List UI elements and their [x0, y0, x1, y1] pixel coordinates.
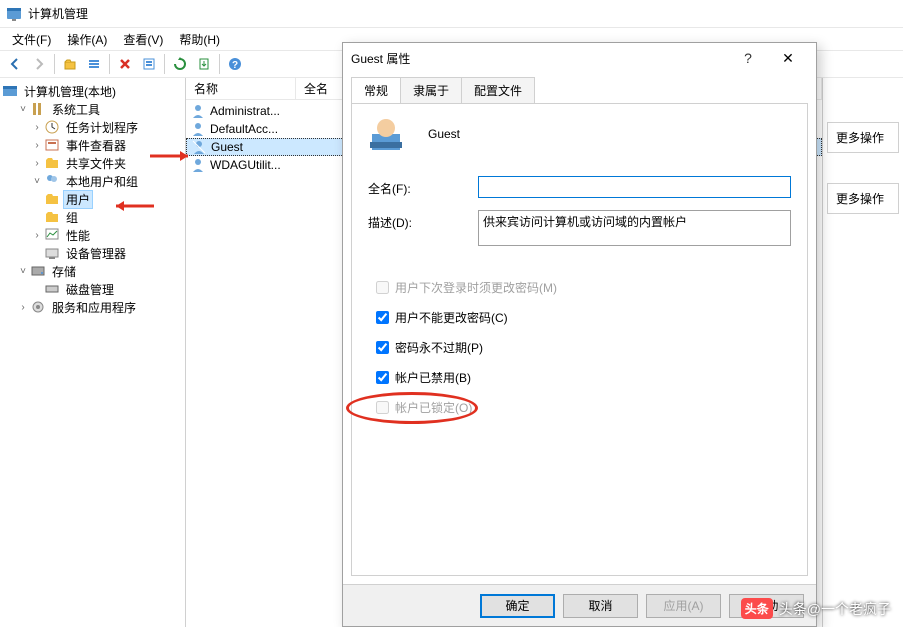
close-icon[interactable]: ✕ [768, 45, 808, 71]
chk-mustchange: 用户下次登录时须更改密码(M) [368, 276, 791, 298]
svg-text:?: ? [232, 60, 238, 71]
app-title: 计算机管理 [28, 5, 88, 22]
menu-view[interactable]: 查看(V) [115, 29, 171, 50]
forward-button[interactable] [28, 53, 50, 75]
tree-services[interactable]: ›服务和应用程序 [2, 298, 183, 316]
up-button[interactable] [59, 53, 81, 75]
chk-locked: 帐户已锁定(O) [368, 396, 791, 418]
dialog-body: Guest 全名(F): 描述(D): 用户下次登录时须更改密码(M) 用户不能… [351, 103, 808, 576]
app-icon [6, 6, 22, 22]
tab-profile[interactable]: 配置文件 [461, 77, 535, 103]
tree-task[interactable]: ›任务计划程序 [2, 118, 183, 136]
dialog-title-bar: Guest 属性 ? ✕ [343, 43, 816, 73]
tree-users[interactable]: 用户 [2, 190, 183, 208]
export-button[interactable] [193, 53, 215, 75]
tab-member[interactable]: 隶属于 [400, 77, 462, 103]
description-label: 描述(D): [368, 210, 478, 231]
user-icon [368, 116, 404, 152]
dialog-tabs: 常规 隶属于 配置文件 [351, 77, 808, 103]
dialog-title: Guest 属性 [351, 50, 410, 67]
delete-button[interactable] [114, 53, 136, 75]
title-bar: 计算机管理 [0, 0, 903, 28]
fullname-label: 全名(F): [368, 176, 478, 197]
more-actions[interactable]: 更多操作 [827, 122, 899, 153]
ok-button[interactable]: 确定 [480, 594, 555, 618]
tree-diskmgr[interactable]: 磁盘管理 [2, 280, 183, 298]
tree-groups[interactable]: 组 [2, 208, 183, 226]
cancel-button[interactable]: 取消 [563, 594, 638, 618]
menu-help[interactable]: 帮助(H) [171, 29, 228, 50]
tree-panel: 计算机管理(本地) ˅系统工具 ›任务计划程序 ›事件查看器 ›共享文件夹 ˅本… [0, 78, 186, 627]
tree-shared[interactable]: ›共享文件夹 [2, 154, 183, 172]
tree-localusers[interactable]: ˅本地用户和组 [2, 172, 183, 190]
properties-button[interactable] [138, 53, 160, 75]
apply-button[interactable]: 应用(A) [646, 594, 721, 618]
col-name[interactable]: 名称 [186, 78, 296, 99]
menu-action[interactable]: 操作(A) [59, 29, 115, 50]
fullname-input[interactable] [478, 176, 791, 198]
properties-dialog: Guest 属性 ? ✕ 常规 隶属于 配置文件 Guest 全名(F): 描述… [342, 42, 817, 627]
tree-root[interactable]: 计算机管理(本地) [2, 82, 183, 100]
more-actions-2[interactable]: 更多操作 [827, 183, 899, 214]
back-button[interactable] [4, 53, 26, 75]
chk-disabled[interactable]: 帐户已禁用(B) [368, 366, 791, 388]
refresh-button[interactable] [169, 53, 191, 75]
tree-storage[interactable]: ˅存储 [2, 262, 183, 280]
menu-file[interactable]: 文件(F) [4, 29, 59, 50]
username-label: Guest [428, 127, 460, 141]
chk-cantchange[interactable]: 用户不能更改密码(C) [368, 306, 791, 328]
chk-neverexpire[interactable]: 密码永不过期(P) [368, 336, 791, 358]
help-icon[interactable]: ? [728, 45, 768, 71]
tree-perf[interactable]: ›性能 [2, 226, 183, 244]
views-button[interactable] [83, 53, 105, 75]
actions-panel: 更多操作 更多操作 [823, 78, 903, 627]
description-input[interactable] [478, 210, 791, 246]
tree-eventvwr[interactable]: ›事件查看器 [2, 136, 183, 154]
watermark: 头条 头条@一个老疯子 [741, 598, 891, 619]
tab-general[interactable]: 常规 [351, 77, 401, 103]
tree-systools[interactable]: ˅系统工具 [2, 100, 183, 118]
watermark-text: 头条@一个老疯子 [779, 599, 891, 619]
help-button[interactable]: ? [224, 53, 246, 75]
watermark-logo: 头条 [741, 598, 773, 619]
tree-devmgr[interactable]: 设备管理器 [2, 244, 183, 262]
